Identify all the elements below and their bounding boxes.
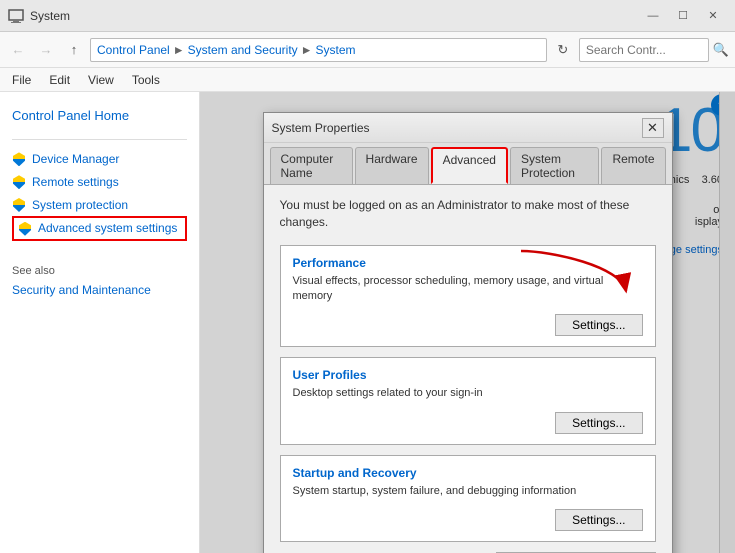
search-input[interactable]: [579, 38, 709, 62]
sidebar: Control Panel Home Device Manager Remote…: [0, 92, 200, 553]
startup-recovery-section: Startup and Recovery System startup, sys…: [280, 455, 656, 542]
performance-desc: Visual effects, processor scheduling, me…: [293, 274, 643, 305]
sidebar-label-remote-settings: Remote settings: [32, 174, 119, 191]
sidebar-label-device-manager: Device Manager: [32, 151, 119, 168]
shield-icon-advanced: [18, 222, 32, 236]
sidebar-label-system-protection: System protection: [32, 197, 128, 214]
user-profiles-section: User Profiles Desktop settings related t…: [280, 357, 656, 444]
sidebar-control-panel-home[interactable]: Control Panel Home: [12, 108, 187, 123]
user-profiles-settings-button[interactable]: Settings...: [555, 412, 642, 434]
sidebar-item-advanced-system-settings[interactable]: Advanced system settings: [12, 216, 187, 241]
performance-settings-button[interactable]: Settings...: [555, 314, 642, 336]
dialog-title: System Properties: [272, 121, 642, 135]
dialog-close-button[interactable]: ✕: [642, 118, 664, 138]
tab-computer-name[interactable]: Computer Name: [270, 147, 353, 184]
up-button[interactable]: ↑: [62, 38, 86, 62]
address-bar: ← → ↑ Control Panel ► System and Securit…: [0, 32, 735, 68]
close-button[interactable]: ✕: [699, 5, 727, 27]
startup-recovery-desc: System startup, system failure, and debu…: [293, 484, 643, 499]
tab-hardware[interactable]: Hardware: [355, 147, 429, 184]
menu-view[interactable]: View: [84, 71, 118, 89]
breadcrumb-sep2: ►: [301, 43, 313, 57]
tab-advanced[interactable]: Advanced: [431, 147, 508, 184]
sidebar-item-system-protection[interactable]: System protection: [12, 194, 187, 217]
back-button[interactable]: ←: [6, 38, 30, 62]
user-profiles-label: User Profiles: [293, 368, 643, 382]
minimize-button[interactable]: —: [639, 5, 667, 27]
breadcrumb-part2[interactable]: System and Security: [188, 43, 298, 57]
tab-remote[interactable]: Remote: [601, 147, 665, 184]
forward-button[interactable]: →: [34, 38, 58, 62]
shield-icon-protection: [12, 198, 26, 212]
sidebar-label-advanced-system-settings: Advanced system settings: [38, 220, 177, 237]
startup-recovery-settings-button[interactable]: Settings...: [555, 509, 642, 531]
performance-section: Performance Visual effects, processor sc…: [280, 245, 656, 348]
tab-system-protection[interactable]: System Protection: [510, 147, 600, 184]
performance-btn-row: Settings...: [293, 314, 643, 336]
performance-label: Performance: [293, 256, 643, 270]
startup-recovery-label: Startup and Recovery: [293, 466, 643, 480]
content-area: s10 hics 3.60 or isplay nge settings ? S…: [200, 92, 735, 553]
menu-edit[interactable]: Edit: [45, 71, 74, 89]
shield-icon-device: [12, 152, 26, 166]
sidebar-security-maintenance[interactable]: Security and Maintenance: [12, 283, 187, 297]
shield-icon-remote: [12, 175, 26, 189]
maximize-button[interactable]: ☐: [669, 5, 697, 27]
breadcrumb: Control Panel ► System and Security ► Sy…: [90, 38, 547, 62]
menu-file[interactable]: File: [8, 71, 35, 89]
dialog-body: You must be logged on as an Administrato…: [264, 185, 672, 553]
title-bar: System — ☐ ✕: [0, 0, 735, 32]
menu-tools[interactable]: Tools: [128, 71, 164, 89]
sidebar-item-remote-settings[interactable]: Remote settings: [12, 171, 187, 194]
refresh-button[interactable]: ↻: [551, 38, 575, 62]
startup-recovery-btn-row: Settings...: [293, 509, 643, 531]
sidebar-item-device-manager[interactable]: Device Manager: [12, 148, 187, 171]
breadcrumb-part1[interactable]: Control Panel: [97, 43, 170, 57]
see-also-label: See also: [12, 265, 187, 277]
modal-overlay: System Properties ✕ Computer Name Hardwa…: [200, 92, 735, 553]
main-layout: Control Panel Home Device Manager Remote…: [0, 92, 735, 553]
breadcrumb-part3[interactable]: System: [316, 43, 356, 57]
dialog-title-bar: System Properties ✕: [264, 113, 672, 143]
menu-bar: File Edit View Tools: [0, 68, 735, 92]
admin-notice: You must be logged on as an Administrato…: [280, 197, 656, 231]
search-icon: 🔍: [713, 42, 729, 58]
window-controls: — ☐ ✕: [639, 5, 727, 27]
system-properties-dialog: System Properties ✕ Computer Name Hardwa…: [263, 112, 673, 553]
user-profiles-btn-row: Settings...: [293, 412, 643, 434]
system-icon: [8, 8, 24, 24]
sidebar-divider-1: [12, 139, 187, 140]
user-profiles-desc: Desktop settings related to your sign-in: [293, 386, 643, 401]
window-title: System: [30, 9, 639, 23]
breadcrumb-sep1: ►: [173, 43, 185, 57]
tabs-container: Computer Name Hardware Advanced System P…: [264, 143, 672, 185]
